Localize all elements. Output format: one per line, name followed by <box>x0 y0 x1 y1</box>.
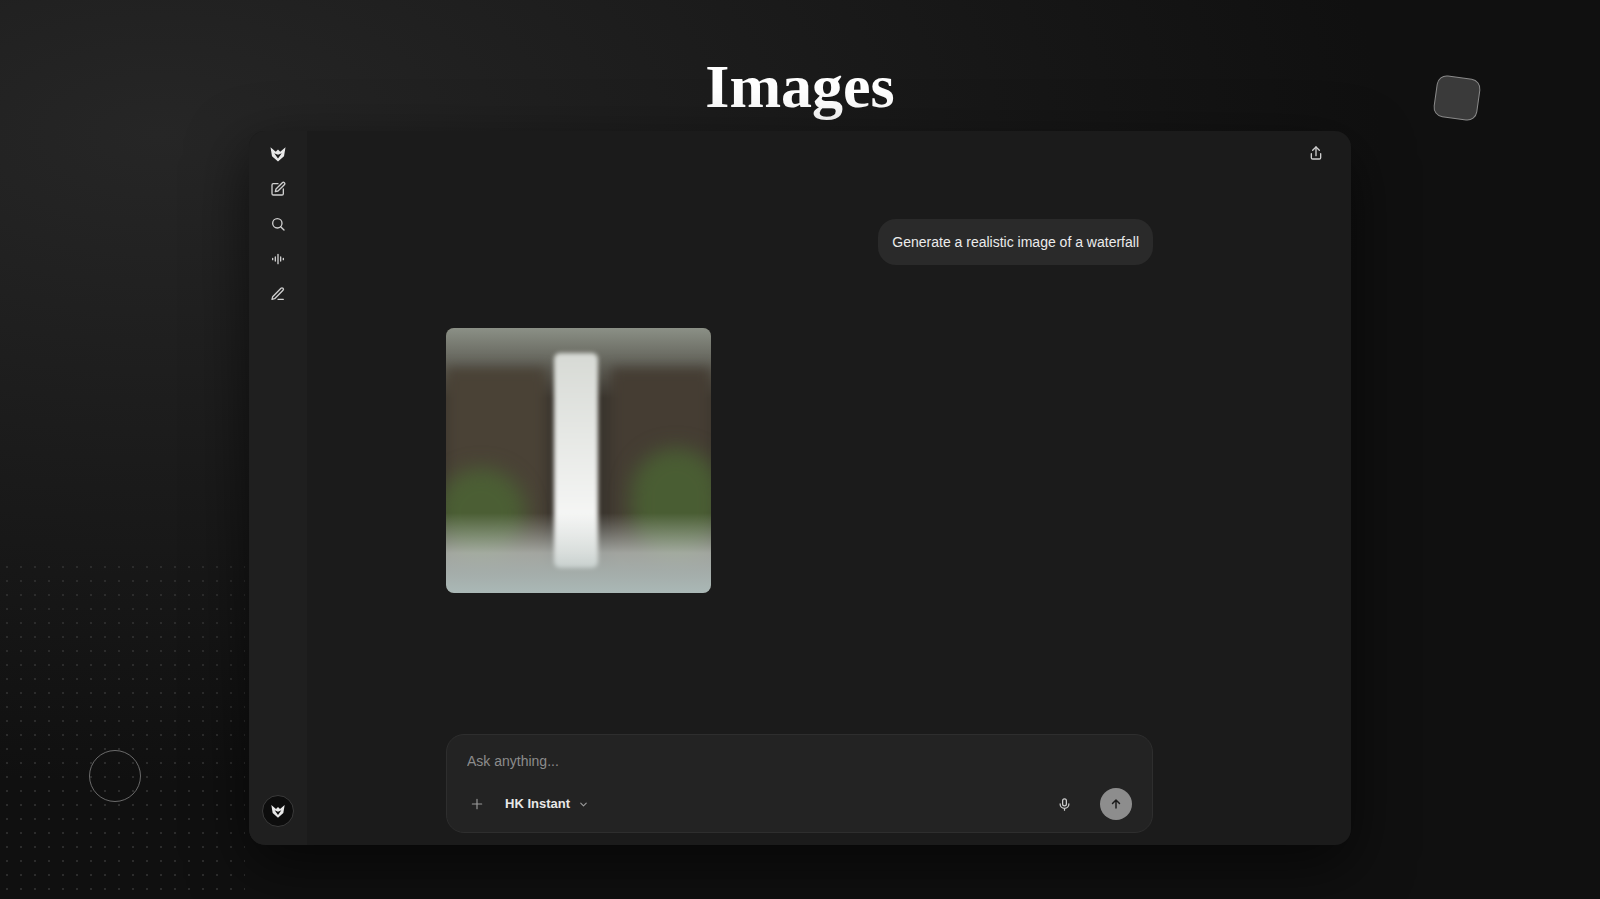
arrow-up-icon <box>1109 797 1123 811</box>
plus-icon[interactable] <box>467 794 487 814</box>
generated-image[interactable] <box>446 328 711 593</box>
message-input[interactable] <box>467 751 1132 771</box>
page-title: Images <box>705 50 894 122</box>
voice-waveform-icon[interactable] <box>270 241 286 276</box>
model-selector[interactable]: HK Instant <box>503 794 591 814</box>
avatar-icon[interactable] <box>262 795 294 827</box>
message-list: Generate a realistic image of a waterfal… <box>446 219 1153 593</box>
microphone-icon[interactable] <box>1054 794 1074 814</box>
dot-pattern <box>0 560 245 899</box>
message-row <box>446 328 1153 593</box>
message-text: Generate a realistic image of a waterfal… <box>892 234 1139 250</box>
send-button[interactable] <box>1100 788 1132 820</box>
search-icon[interactable] <box>270 206 286 241</box>
square-decoration <box>1432 74 1481 122</box>
main-panel: Generate a realistic image of a waterfal… <box>307 131 1351 845</box>
sidebar <box>249 131 307 845</box>
new-chat-icon[interactable] <box>270 171 286 206</box>
logo-icon[interactable] <box>269 136 287 171</box>
app-window: Generate a realistic image of a waterfal… <box>249 131 1351 845</box>
header <box>307 131 1351 175</box>
share-icon[interactable] <box>1307 144 1325 162</box>
model-label: HK Instant <box>505 794 570 814</box>
chevron-down-icon <box>578 799 589 810</box>
circle-decoration <box>89 750 141 802</box>
composer: HK Instant <box>446 734 1153 833</box>
message-bubble: Generate a realistic image of a waterfal… <box>878 219 1153 265</box>
pen-icon[interactable] <box>270 276 286 311</box>
message-row: Generate a realistic image of a waterfal… <box>446 219 1153 265</box>
